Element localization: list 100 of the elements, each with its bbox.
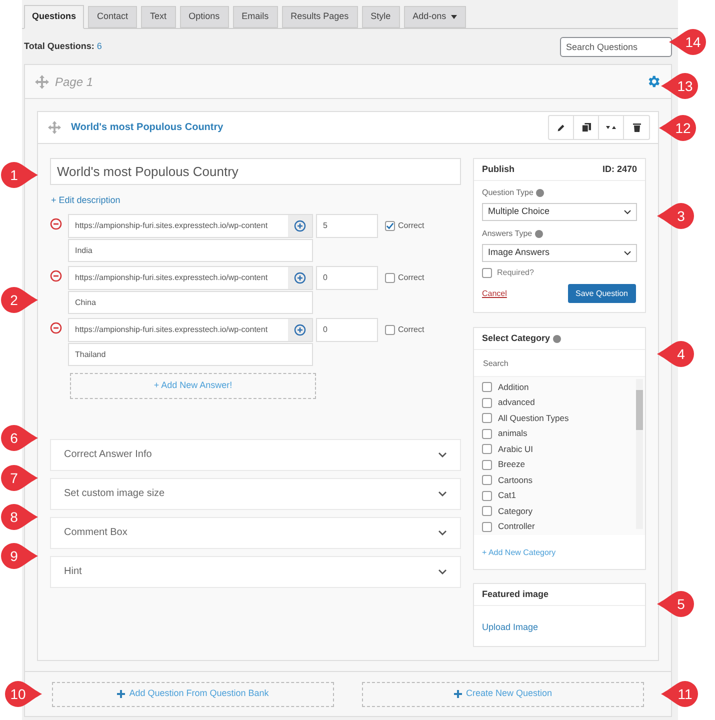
panel-title: Select Category (482, 332, 550, 345)
callout-marker: 8 (1, 503, 39, 531)
callout-marker: 3 (656, 202, 694, 230)
checkbox-label: Category (498, 504, 532, 518)
checkbox-label: Correct (398, 324, 424, 336)
chevron-down-icon (624, 250, 631, 256)
remove-icon[interactable] (50, 218, 62, 230)
save-question-button[interactable]: Save Question (568, 284, 636, 303)
callout-marker: 4 (656, 340, 694, 368)
add-image-button[interactable] (288, 318, 312, 340)
move-icon[interactable] (48, 121, 61, 134)
answer-caption-field[interactable]: India (68, 238, 313, 262)
panel-title: Publish (482, 162, 515, 176)
tab[interactable]: Emails (232, 6, 278, 28)
plus-circle-icon (294, 272, 306, 284)
category-checkbox[interactable] (482, 522, 492, 532)
chevron-down-icon (438, 530, 447, 536)
callout-marker: 13 (660, 72, 698, 100)
add-image-button[interactable] (288, 214, 312, 236)
question-title[interactable]: World's most Populous Country (71, 120, 224, 135)
collapsible-section[interactable]: Comment Box (50, 516, 461, 548)
category-checkbox[interactable] (482, 506, 492, 516)
upload-image-link[interactable]: Upload Image (482, 622, 538, 632)
tab[interactable]: Questions (24, 5, 84, 29)
question-type-select[interactable]: Multiple Choice (482, 203, 637, 221)
image-url-field[interactable]: https://ampionship-furi.sites.expresstech.io/wp-content (68, 318, 313, 342)
field-label: Answers Type (482, 228, 532, 240)
panel-title: Featured image (482, 588, 549, 601)
question-title-field[interactable]: World's most Populous Country (50, 158, 461, 185)
image-url-field[interactable]: https://ampionship-furi.sites.expresstech.io/wp-content (68, 266, 313, 290)
required-checkbox[interactable] (482, 268, 492, 278)
checkbox-label: animals (498, 427, 528, 440)
checkbox-label: advanced (498, 396, 535, 409)
callout-marker: 1 (1, 161, 39, 189)
category-checkbox[interactable] (482, 475, 492, 485)
pencil-icon (557, 124, 565, 132)
plus-icon (454, 690, 462, 698)
add-image-button[interactable] (288, 266, 312, 288)
plus-circle-icon (294, 324, 306, 336)
collapsible-section[interactable]: Hint (50, 556, 461, 588)
points-field[interactable]: 0 (316, 318, 378, 342)
search-field[interactable]: Search Questions (560, 37, 672, 57)
tab[interactable]: Add-ons (404, 6, 466, 28)
checkbox-label: Cat1 (498, 489, 516, 502)
category-checkbox[interactable] (482, 413, 492, 423)
correct-checkbox[interactable] (385, 220, 395, 230)
callout-marker: 6 (1, 424, 39, 452)
checkbox-label: Required? (497, 267, 534, 279)
chevron-down-icon (438, 568, 447, 574)
chevron-down-icon (438, 452, 447, 458)
category-checkbox[interactable] (482, 398, 492, 408)
move-icon[interactable] (35, 74, 49, 88)
remove-icon[interactable] (50, 270, 62, 282)
category-checkbox[interactable] (482, 382, 492, 392)
callout-marker: 11 (660, 680, 698, 708)
cancel-link[interactable]: Cancel (482, 288, 507, 300)
callout-marker: 9 (1, 542, 39, 570)
answer-caption-field[interactable]: China (68, 290, 313, 314)
tab[interactable]: Text (141, 6, 176, 28)
answers-type-select[interactable]: Image Answers (482, 244, 637, 262)
collapsible-section[interactable]: Set custom image size (50, 478, 461, 510)
category-checkbox[interactable] (482, 428, 492, 438)
chevron-down-icon (624, 210, 631, 214)
checkbox-label: Controller (498, 520, 535, 533)
up-down-arrows-icon (606, 124, 616, 131)
image-url-field[interactable]: https://ampionship-furi.sites.expresstech.io/wp-content (68, 214, 313, 238)
category-checkbox[interactable] (482, 444, 492, 454)
copy-icon (582, 123, 590, 132)
trash-icon (632, 123, 640, 132)
points-field[interactable]: 5 (316, 214, 378, 238)
correct-checkbox[interactable] (385, 324, 395, 334)
edit-description-link[interactable]: + Edit description (51, 194, 120, 208)
callout-marker: 12 (658, 114, 696, 142)
points-field[interactable]: 0 (316, 266, 378, 290)
plus-circle-icon (294, 220, 306, 232)
checkbox-label: Correct (398, 272, 424, 284)
total-questions: Total Questions: 6 (24, 40, 102, 54)
checkbox-label: Arabic UI (498, 442, 533, 456)
settings-icon[interactable] (646, 74, 661, 89)
category-checkbox[interactable] (482, 490, 492, 500)
field-label: Question Type (482, 187, 534, 199)
chevron-down-icon (438, 490, 447, 496)
scrollbar[interactable] (636, 379, 643, 529)
checkbox-label: Correct (398, 220, 424, 232)
tab[interactable]: Options (180, 6, 229, 28)
correct-checkbox[interactable] (385, 272, 395, 282)
tab[interactable]: Results Pages (282, 6, 358, 28)
checkbox-label: Addition (498, 380, 529, 394)
answer-caption-field[interactable]: Thailand (68, 342, 313, 366)
callout-marker: 7 (1, 464, 39, 492)
collapsible-section[interactable]: Correct Answer Info (50, 438, 461, 470)
remove-icon[interactable] (50, 322, 62, 334)
category-checkbox[interactable] (482, 460, 492, 470)
callout-marker: 14 (668, 28, 706, 56)
tab[interactable]: Style (362, 6, 400, 28)
callout-marker: 5 (656, 590, 694, 618)
callout-marker: 10 (5, 680, 43, 708)
tab[interactable]: Contact (88, 6, 138, 28)
plus-icon (117, 690, 126, 698)
checkbox-label: Breeze (498, 458, 525, 471)
